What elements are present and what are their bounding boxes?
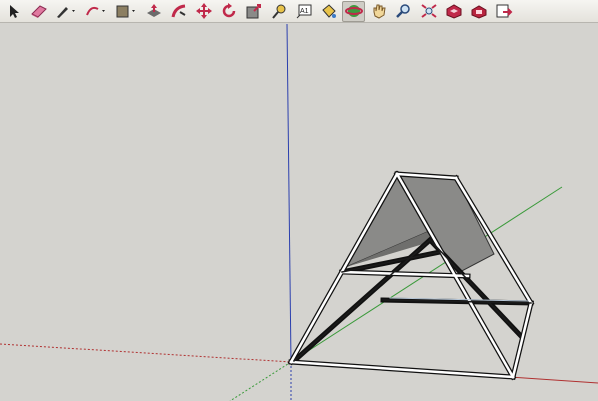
move-icon	[195, 3, 212, 19]
shapes-tool-button[interactable]	[112, 1, 140, 22]
orbit-tool-button[interactable]	[342, 0, 365, 22]
send-to-layout-button[interactable]	[492, 1, 515, 22]
arrow-cursor-icon	[9, 5, 19, 18]
orbit-icon	[344, 5, 363, 17]
arc-icon	[86, 6, 105, 16]
follow-me-icon	[171, 4, 186, 18]
3d-warehouse-icon	[446, 4, 461, 19]
extension-warehouse-icon	[471, 5, 486, 19]
pencil-tool-button[interactable]	[52, 1, 80, 22]
text-icon: A1	[296, 4, 311, 19]
blue-axis	[286, 24, 292, 363]
move-tool-button[interactable]	[192, 1, 215, 22]
eraser-icon	[30, 5, 47, 18]
main-toolbar: A1	[0, 0, 598, 23]
zoom-extents-tool-button[interactable]	[417, 1, 440, 22]
zoom-extents-icon	[420, 4, 437, 18]
select-tool-button[interactable]	[2, 1, 25, 22]
scale-tool-button[interactable]	[242, 1, 265, 22]
text-tool-label: A1	[300, 8, 309, 15]
push-pull-icon	[146, 4, 161, 17]
pan-hand-icon	[373, 4, 386, 19]
zoom-icon	[395, 4, 410, 18]
green-axis-negative	[229, 361, 292, 401]
push-pull-tool-button[interactable]	[142, 1, 165, 22]
send-to-layout-icon	[496, 4, 512, 18]
rotate-icon	[222, 3, 235, 18]
text-tool-button[interactable]: A1	[292, 1, 315, 22]
scale-icon	[246, 4, 261, 19]
rotate-tool-button[interactable]	[217, 1, 240, 22]
extension-warehouse-button[interactable]	[467, 1, 490, 22]
tape-measure-icon	[271, 4, 285, 19]
tape-measure-tool-button[interactable]	[267, 1, 290, 22]
zoom-tool-button[interactable]	[392, 1, 415, 22]
paint-bucket-icon	[321, 4, 336, 18]
follow-me-tool-button[interactable]	[167, 1, 190, 22]
model-canvas	[0, 24, 598, 401]
modeling-viewport[interactable]	[0, 24, 598, 401]
pan-tool-button[interactable]	[367, 1, 390, 22]
3d-warehouse-button[interactable]	[442, 1, 465, 22]
paint-bucket-tool-button[interactable]	[317, 1, 340, 22]
red-axis-negative	[0, 343, 292, 363]
arc-tool-button[interactable]	[82, 1, 110, 22]
pencil-icon	[57, 7, 75, 18]
rectangle-icon	[116, 5, 135, 18]
eraser-tool-button[interactable]	[27, 1, 50, 22]
